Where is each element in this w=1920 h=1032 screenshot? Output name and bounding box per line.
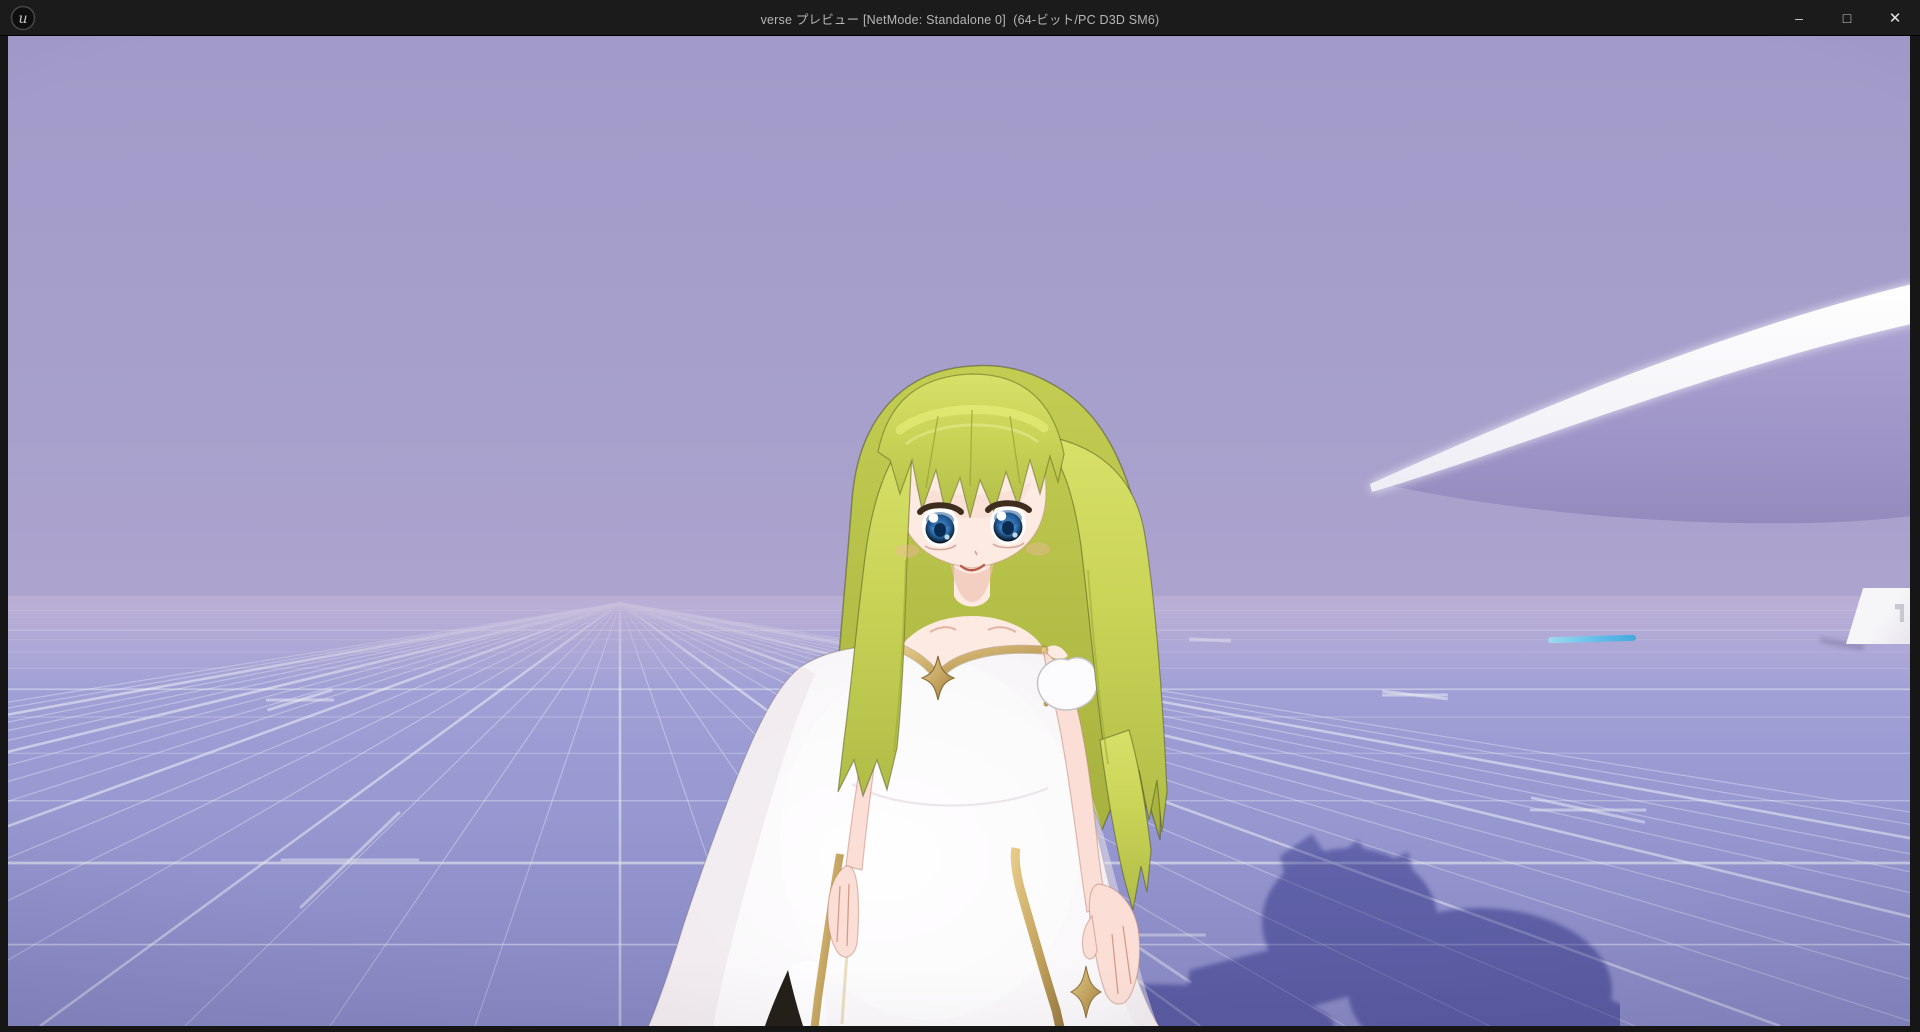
game-viewport[interactable] [8, 36, 1910, 1026]
close-button[interactable]: ✕ [1884, 6, 1906, 30]
arm-frill-band [1037, 658, 1097, 710]
maximize-button[interactable]: □ [1836, 6, 1858, 30]
app-window: u verse プレビュー [NetMode: Standalone 0] (6… [0, 0, 1920, 1032]
titlebar[interactable]: u verse プレビュー [NetMode: Standalone 0] (6… [0, 0, 1920, 36]
svg-text:u: u [18, 11, 27, 27]
white-box [1846, 588, 1910, 644]
anime-girl-character [600, 360, 1220, 1026]
window-title: verse プレビュー [NetMode: Standalone 0] (64-… [0, 0, 1920, 36]
minimize-button[interactable]: – [1788, 6, 1810, 30]
unreal-engine-logo-icon: u [10, 5, 36, 31]
window-controls: – □ ✕ [1788, 0, 1906, 36]
white-canopy-disc [1360, 270, 1910, 570]
